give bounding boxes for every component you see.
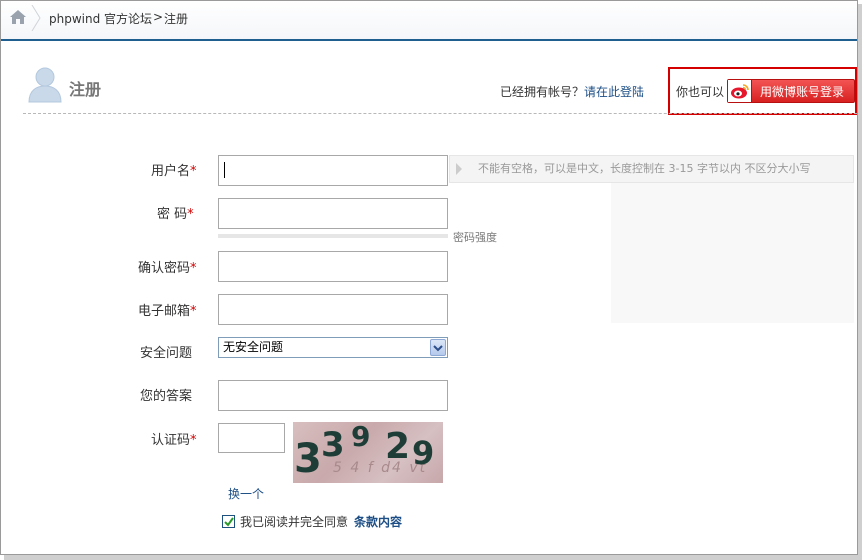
- password-strength-label: 密码强度: [453, 231, 497, 244]
- hint-arrow-icon: [456, 163, 462, 175]
- refresh-captcha-link[interactable]: 换一个: [228, 485, 264, 502]
- captcha-image[interactable]: 5 4 f d4 vt 3 3 9 2 9: [293, 422, 443, 483]
- agree-label: 我已阅读并完全同意: [240, 515, 349, 529]
- required-mark: *: [190, 261, 197, 276]
- username-label-text: 用户名: [151, 164, 191, 179]
- captcha-label-text: 认证码: [151, 433, 191, 448]
- breadcrumb-current: 注册: [164, 12, 189, 26]
- security-question-value: 无安全问题: [223, 340, 284, 354]
- weibo-login-box: 你也可以 用微博账号登录: [668, 67, 857, 115]
- required-mark: *: [190, 164, 197, 179]
- agree-checkbox[interactable]: [222, 515, 235, 528]
- window-shadow-right: [858, 4, 862, 559]
- password-label: 密 码*: [157, 203, 194, 222]
- confirm-password-label: 确认密码*: [138, 257, 197, 276]
- breadcrumb-forum-link[interactable]: phpwind 官方论坛: [49, 10, 152, 27]
- home-icon[interactable]: [1, 1, 35, 33]
- breadcrumb: phpwind 官方论坛 > 注册: [1, 1, 857, 41]
- captcha-input[interactable]: [218, 423, 285, 453]
- window-shadow-bottom: [4, 555, 862, 560]
- password-input[interactable]: [218, 198, 448, 229]
- username-label: 用户名*: [151, 160, 197, 179]
- agreement-text: 我已阅读并完全同意 条款内容: [240, 513, 402, 530]
- page-title: 注册: [69, 80, 102, 99]
- weibo-prompt: 你也可以: [676, 85, 725, 99]
- username-input[interactable]: [218, 155, 448, 186]
- password-strength-bar: [218, 234, 448, 238]
- chevron-down-icon[interactable]: [430, 339, 446, 356]
- text-caret: [224, 162, 225, 178]
- terms-link[interactable]: 条款内容: [354, 515, 402, 529]
- weibo-icon: [728, 80, 752, 102]
- answer-label: 您的答案: [140, 389, 193, 404]
- email-field[interactable]: [218, 294, 448, 325]
- email-label: 电子邮箱*: [138, 300, 197, 319]
- security-question-label: 安全问题: [140, 346, 193, 361]
- required-mark: *: [190, 304, 197, 319]
- email-label-text: 电子邮箱: [138, 304, 191, 319]
- captcha-char: 9: [412, 434, 435, 472]
- password-label-text: 密 码: [157, 207, 188, 222]
- registration-page: phpwind 官方论坛 > 注册 注册 已经拥有帐号？请在此登陆 你也可以 用…: [0, 0, 858, 555]
- captcha-char: 2: [385, 426, 411, 467]
- required-mark: *: [187, 207, 194, 222]
- captcha-char: 3: [321, 425, 345, 465]
- security-question-select[interactable]: 无安全问题: [218, 337, 448, 358]
- weibo-login-button[interactable]: 用微博账号登录: [727, 79, 855, 103]
- confirm-password-input[interactable]: [218, 251, 448, 282]
- login-prompt: 已经拥有帐号？请在此登陆: [500, 83, 644, 100]
- captcha-label: 认证码*: [151, 429, 197, 448]
- weibo-button-label: 用微博账号登录: [760, 84, 845, 99]
- breadcrumb-divider-icon: [31, 5, 41, 31]
- check-icon: [223, 516, 234, 527]
- username-hint: 不能有空格，可以是中文，长度控制在 3-15 字节以内 不区分大小写: [449, 155, 854, 183]
- confirm-label-text: 确认密码: [138, 261, 191, 276]
- header-divider: [23, 113, 857, 114]
- user-avatar-icon: [27, 65, 63, 103]
- hint-panel-background: [611, 183, 854, 323]
- captcha-char: 9: [351, 422, 371, 453]
- answer-input[interactable]: [218, 380, 448, 411]
- captcha-char: 3: [294, 436, 322, 482]
- have-account-text: 已经拥有帐号？: [500, 85, 585, 99]
- required-mark: *: [190, 433, 197, 448]
- breadcrumb-separator: >: [153, 10, 164, 24]
- login-link[interactable]: 请在此登陆: [584, 85, 644, 99]
